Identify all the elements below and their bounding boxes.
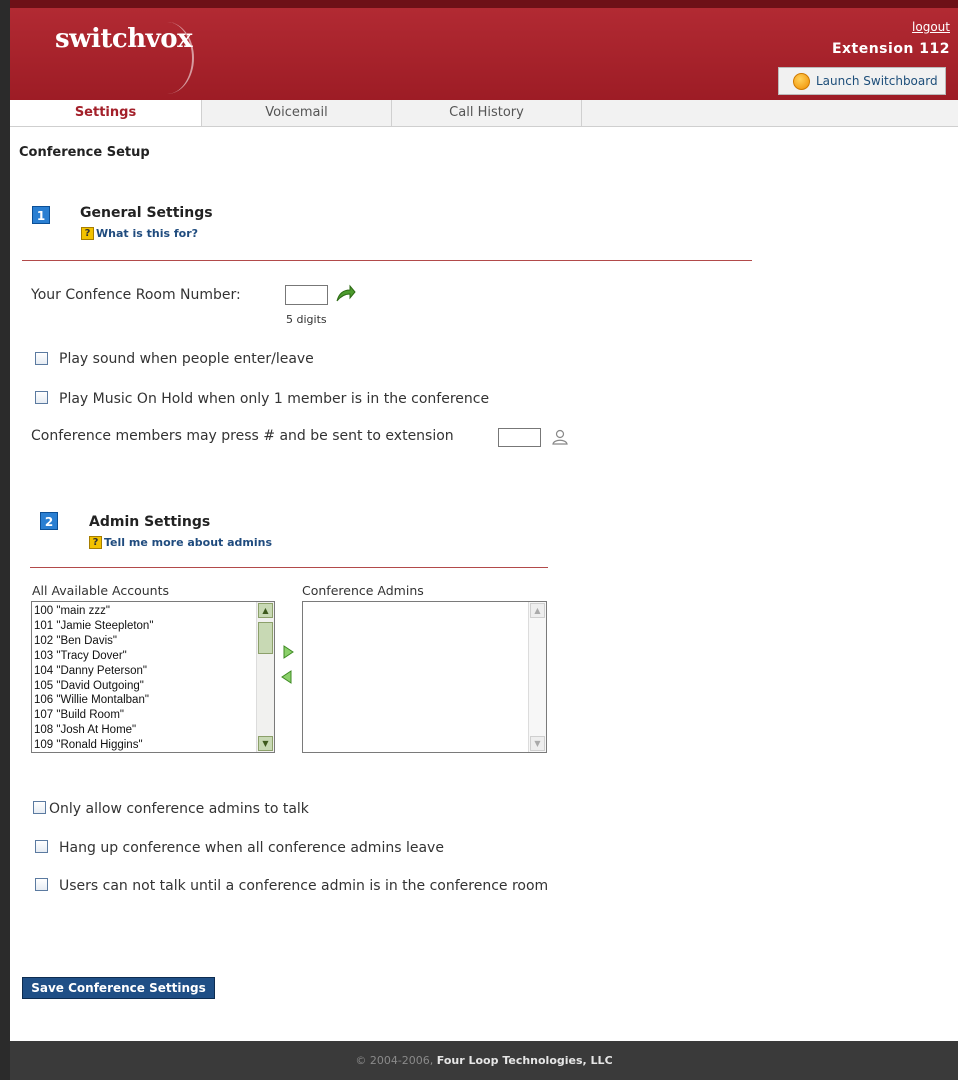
play-moh-label: Play Music On Hold when only 1 member is… [59,391,490,407]
available-accounts-label: All Available Accounts [32,583,170,598]
play-moh-checkbox[interactable] [35,391,48,404]
scroll-down-icon[interactable]: ▼ [530,736,545,751]
admin-help-label: Tell me more about admins [104,536,273,549]
room-number-label: Your Confence Room Number: [31,287,241,303]
admin-settings-title: Admin Settings [89,514,211,530]
play-sound-checkbox[interactable] [35,352,48,365]
hang-up-checkbox[interactable] [35,840,48,853]
admin-help-link[interactable]: ? Tell me more about admins [89,536,272,549]
help-icon: ? [81,227,94,240]
save-conference-settings-button[interactable]: Save Conference Settings [22,977,215,999]
list-item[interactable]: 105 "David Outgoing" [34,679,153,694]
general-help-link[interactable]: ? What is this for? [81,227,198,240]
conference-admins-list[interactable]: ▲ ▼ [302,601,547,753]
only-admins-talk-label: Only allow conference admins to talk [49,801,309,817]
hang-up-label: Hang up conference when all conference a… [59,840,444,856]
cannot-talk-checkbox[interactable] [35,878,48,891]
switchboard-icon [793,72,810,90]
scroll-thumb[interactable] [258,622,273,654]
available-accounts-list[interactable]: 100 "main zzz" 101 "Jamie Steepleton" 10… [31,601,275,753]
list-item[interactable]: 108 "Josh At Home" [34,723,153,738]
list-item[interactable]: 101 "Jamie Steepleton" [34,619,153,634]
help-icon: ? [89,536,102,549]
list-item[interactable]: 102 "Ben Davis" [34,634,153,649]
cannot-talk-label: Users can not talk until a conference ad… [59,878,549,894]
scroll-up-icon[interactable]: ▲ [258,603,273,618]
footer-copyright: © 2004-2006, [355,1054,434,1067]
list-item[interactable]: 107 "Build Room" [34,708,153,723]
header-bar: switchvox logout Extension 112 Launch Sw… [10,0,958,100]
footer: © 2004-2006, Four Loop Technologies, LLC [10,1041,958,1080]
section-divider [22,260,752,261]
available-accounts-items: 100 "main zzz" 101 "Jamie Steepleton" 10… [34,604,153,752]
conference-admins-label: Conference Admins [302,583,424,598]
play-sound-label: Play sound when people enter/leave [59,351,314,367]
available-accounts-scrollbar[interactable]: ▲ ▼ [256,602,274,752]
tab-settings[interactable]: Settings [10,100,202,126]
logout-link[interactable]: logout [912,20,950,34]
press-hash-label: Conference members may press # and be se… [31,428,454,444]
tab-voicemail[interactable]: Voicemail [202,100,392,126]
list-item[interactable]: 103 "Tracy Dover" [34,649,153,664]
list-item[interactable]: 106 "Willie Montalban" [34,693,153,708]
extension-label: Extension 112 [831,41,950,57]
launch-switchboard-label: Launch Switchboard [816,74,938,88]
press-hash-extension-input[interactable] [498,428,541,447]
page-title: Conference Setup [19,145,150,160]
tab-call-history[interactable]: Call History [392,100,582,126]
only-admins-talk-checkbox[interactable] [33,801,46,814]
general-settings-title: General Settings [80,205,213,221]
list-item[interactable]: 100 "main zzz" [34,604,153,619]
remove-admin-arrow-icon[interactable] [281,670,293,684]
list-item[interactable]: 109 "Ronald Higgins" [34,738,153,752]
step-1-badge: 1 [32,206,50,224]
logo-swoosh-icon [140,22,194,94]
user-lookup-icon[interactable] [551,428,569,446]
window-frame [0,0,10,1080]
list-item[interactable]: 104 "Danny Peterson" [34,664,153,679]
general-help-label: What is this for? [96,227,199,240]
section-divider [30,567,548,568]
scroll-down-icon[interactable]: ▼ [258,736,273,751]
add-admin-arrow-icon[interactable] [282,645,294,659]
digits-hint: 5 digits [286,313,327,326]
generate-number-icon[interactable] [334,284,356,304]
step-2-badge: 2 [40,512,58,530]
room-number-input[interactable] [285,285,328,305]
tab-bar: Settings Voicemail Call History [10,100,958,127]
conference-admins-scrollbar[interactable]: ▲ ▼ [528,602,546,752]
launch-switchboard-button[interactable]: Launch Switchboard [778,67,946,95]
footer-company: Four Loop Technologies, LLC [436,1054,613,1067]
scroll-up-icon[interactable]: ▲ [530,603,545,618]
